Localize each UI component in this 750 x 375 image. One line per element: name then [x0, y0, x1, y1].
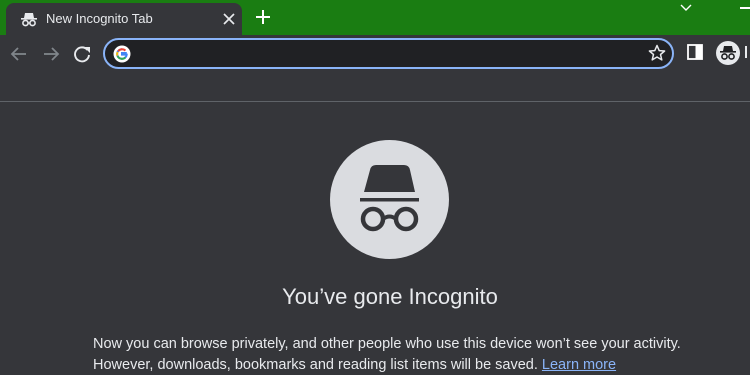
tab-strip: New Incognito Tab: [0, 0, 750, 35]
omnibox[interactable]: [103, 38, 674, 69]
tab-new-incognito[interactable]: New Incognito Tab: [6, 3, 242, 35]
page-title: You’ve gone Incognito: [282, 284, 498, 309]
reload-icon[interactable]: [71, 43, 93, 65]
side-panel-icon[interactable]: [687, 44, 703, 60]
profile-button[interactable]: [716, 41, 740, 65]
tab-title: New Incognito Tab: [46, 11, 153, 26]
plus-icon[interactable]: [254, 8, 272, 26]
arrow-left-icon[interactable]: [8, 43, 30, 65]
incognito-icon: [360, 165, 419, 232]
minimize-icon[interactable]: [740, 7, 750, 9]
incognito-icon: [720, 46, 736, 60]
arrow-right-icon[interactable]: [40, 43, 62, 65]
incognito-description: Now you can browse privately, and other …: [93, 334, 733, 375]
learn-more-link[interactable]: Learn more: [542, 357, 616, 373]
toolbar-divider: [0, 101, 750, 102]
star-icon[interactable]: [648, 44, 666, 62]
google-icon: [113, 45, 131, 63]
incognito-icon: [21, 13, 37, 27]
chevron-down-icon[interactable]: [678, 2, 694, 14]
toolbar: [0, 35, 750, 75]
profile-label-edge: [745, 46, 747, 58]
incognito-hero: [330, 140, 449, 259]
close-icon[interactable]: [222, 12, 236, 26]
